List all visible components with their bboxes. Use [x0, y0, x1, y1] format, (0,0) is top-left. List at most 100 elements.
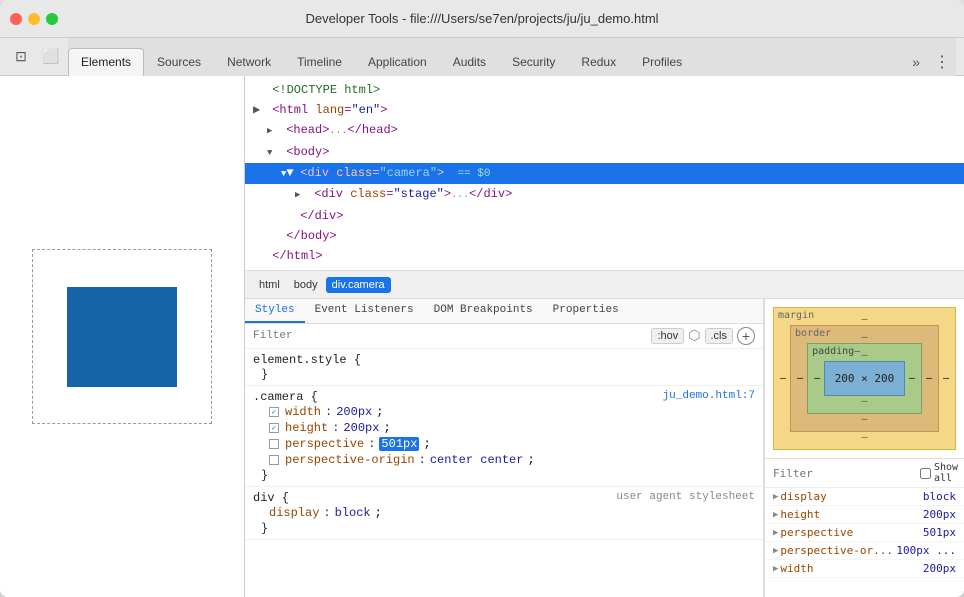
css-rule-camera: .camera { ju_demo.html:7 width: 200px;: [245, 386, 763, 487]
dom-tree: <!DOCTYPE html> ▶ <html lang="en"> <head…: [245, 76, 964, 271]
bm-border-layer: border – – padding– –: [790, 325, 939, 432]
dom-line-stage[interactable]: <div class="stage">...</div>: [245, 184, 964, 206]
checkbox-perspective[interactable]: [269, 439, 279, 449]
css-rule-camera-header: .camera { ju_demo.html:7: [253, 390, 755, 404]
css-prop-perspective: perspective: 501px;: [253, 436, 755, 452]
css-prop-display: display: block;: [253, 505, 755, 521]
styles-panel: Styles Event Listeners DOM Breakpoints P…: [245, 299, 964, 597]
checkbox-perspective-origin[interactable]: [269, 455, 279, 465]
bm-padding-layer: padding– – – 200 × 200: [807, 343, 922, 414]
maximize-button[interactable]: [46, 13, 58, 25]
filter-buttons: :hov ⬡ .cls +: [651, 327, 755, 345]
arrow-html[interactable]: ▶: [253, 101, 265, 119]
minimize-button[interactable]: [28, 13, 40, 25]
bm-border-left: –: [797, 373, 803, 384]
css-rule-element-style: element.style { }: [245, 349, 763, 386]
css-rule-div-close: }: [253, 521, 755, 535]
computed-arrow-display[interactable]: ▶: [773, 492, 778, 502]
css-rule-camera-close: }: [253, 468, 755, 482]
bm-margin-label: margin: [778, 310, 814, 321]
dom-line-camera[interactable]: ▼ <div class="camera"> == $0: [245, 163, 964, 184]
cls-button[interactable]: .cls: [705, 328, 734, 344]
user-agent-label: user agent stylesheet: [616, 491, 755, 503]
hov-button[interactable]: :hov: [651, 328, 684, 344]
checkbox-height[interactable]: [269, 423, 279, 433]
bm-content-box: 200 × 200: [824, 361, 905, 396]
device-mode-button[interactable]: ⬜: [38, 46, 64, 68]
tab-security[interactable]: Security: [499, 48, 568, 76]
dom-line-body-close: </body>: [245, 226, 964, 246]
tab-redux[interactable]: Redux: [568, 48, 629, 76]
close-button[interactable]: [10, 13, 22, 25]
arrow-stage[interactable]: [295, 185, 307, 204]
computed-perspective-prop: perspective: [780, 526, 853, 539]
bm-border-bottom: –: [797, 414, 932, 425]
show-all-label: Show all: [920, 462, 958, 484]
bm-padding-bottom: –: [814, 396, 915, 407]
dom-line-html[interactable]: ▶ <html lang="en">: [245, 100, 964, 120]
tab-elements[interactable]: Elements: [68, 48, 144, 76]
computed-arrow-height[interactable]: ▶: [773, 510, 778, 520]
inspect-button[interactable]: ⊡: [8, 46, 34, 68]
toolbar: ⊡ ⬜ Elements Sources Network Timeline Ap…: [0, 38, 964, 76]
tab-application[interactable]: Application: [355, 48, 440, 76]
bm-margin-bottom: –: [780, 432, 949, 443]
computed-arrow-perspective[interactable]: ▶: [773, 528, 778, 538]
checkbox-width[interactable]: [269, 407, 279, 417]
filter-input[interactable]: [253, 330, 645, 342]
dom-line-camera-close: </div>: [245, 206, 964, 226]
breadcrumb-html[interactable]: html: [253, 277, 286, 293]
tab-network[interactable]: Network: [214, 48, 284, 76]
add-style-button[interactable]: +: [737, 327, 755, 345]
css-file-link[interactable]: ju_demo.html:7: [663, 390, 755, 402]
doctype-text: <!DOCTYPE html>: [272, 83, 380, 97]
bm-margin-left: –: [780, 373, 786, 384]
tab-event-listeners[interactable]: Event Listeners: [305, 299, 424, 323]
window-title: Developer Tools - file:///Users/se7en/pr…: [305, 11, 658, 26]
tab-audits[interactable]: Audits: [440, 48, 499, 76]
breadcrumb: html body div.camera: [245, 271, 964, 299]
perspective-value[interactable]: 501px: [379, 437, 419, 451]
css-prop-perspective-origin: perspective-origin: center center;: [253, 452, 755, 468]
dom-line-html-close: </html>: [245, 246, 964, 266]
breadcrumb-camera[interactable]: div.camera: [326, 277, 391, 293]
bm-border-sides: – padding– – –: [797, 343, 932, 414]
dom-line-head[interactable]: <head>...</head>: [245, 120, 964, 142]
main-area: <!DOCTYPE html> ▶ <html lang="en"> <head…: [0, 76, 964, 597]
computed-prop-width: ▶ width 200px: [765, 560, 964, 578]
tab-timeline[interactable]: Timeline: [284, 48, 355, 76]
computed-arrow-width[interactable]: ▶: [773, 564, 778, 574]
arrow-body[interactable]: [267, 143, 279, 162]
computed-display-prop: display: [780, 490, 826, 503]
computed-arrow-perspective-origin[interactable]: ▶: [773, 546, 778, 556]
bm-padding-label: padding–: [812, 346, 860, 357]
preview-box: [67, 287, 177, 387]
computed-prop-perspective-origin: ▶ perspective-or... 100px ...: [765, 542, 964, 560]
styles-left-panel: Styles Event Listeners DOM Breakpoints P…: [245, 299, 764, 597]
dot-icon: ⬡: [688, 328, 700, 345]
computed-filter-input[interactable]: [773, 467, 920, 480]
computed-filter-row: Show all: [765, 459, 964, 488]
dom-line-body[interactable]: <body>: [245, 142, 964, 163]
menu-button[interactable]: ⋮: [928, 48, 956, 76]
tab-bar: Elements Sources Network Timeline Applic…: [68, 38, 956, 76]
arrow-camera[interactable]: ▼: [281, 164, 293, 183]
tab-sources[interactable]: Sources: [144, 48, 214, 76]
computed-height-val: 200px: [923, 508, 956, 521]
arrow-head[interactable]: [267, 121, 279, 140]
tab-styles[interactable]: Styles: [245, 299, 305, 323]
tab-profiles[interactable]: Profiles: [629, 48, 695, 76]
tab-properties[interactable]: Properties: [543, 299, 629, 323]
styles-content: element.style { } .camera { ju_demo.html…: [245, 349, 763, 540]
bm-margin-sides: – border – –: [780, 325, 949, 432]
more-tabs-button[interactable]: »: [904, 48, 928, 76]
titlebar: Developer Tools - file:///Users/se7en/pr…: [0, 0, 964, 38]
tab-dom-breakpoints[interactable]: DOM Breakpoints: [424, 299, 543, 323]
computed-perspective-origin-val: 100px ...: [896, 544, 956, 557]
show-all-checkbox[interactable]: [920, 468, 931, 479]
breadcrumb-body[interactable]: body: [288, 277, 324, 293]
bm-margin-layer: margin – – border – –: [773, 307, 956, 450]
right-panel: margin – – border – –: [764, 299, 964, 597]
devtools-window: Developer Tools - file:///Users/se7en/pr…: [0, 0, 964, 597]
styles-tab-bar: Styles Event Listeners DOM Breakpoints P…: [245, 299, 763, 324]
